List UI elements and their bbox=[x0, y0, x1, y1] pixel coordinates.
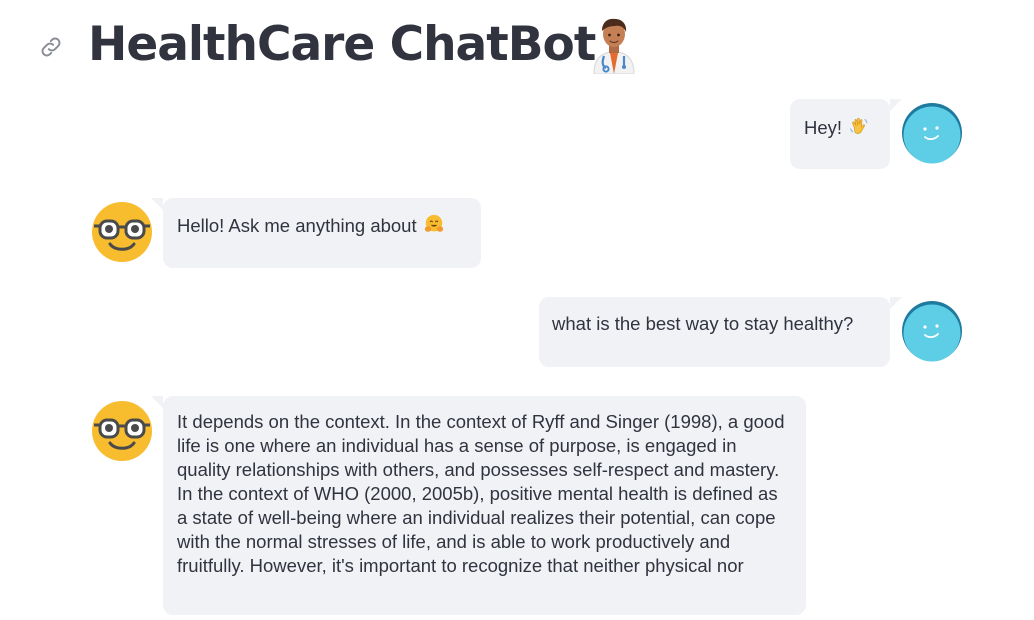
user-message-bubble: Hey! bbox=[790, 99, 902, 169]
bot-avatar bbox=[92, 401, 152, 461]
hugging-face-icon bbox=[424, 214, 443, 232]
user-message-bubble: what is the best way to stay healthy? bbox=[539, 297, 902, 367]
doctor-emoji-icon bbox=[593, 18, 635, 74]
message-text: what is the best way to stay healthy? bbox=[552, 313, 854, 334]
message-text: Hey! bbox=[804, 117, 843, 138]
page-title: HealthCare ChatBot bbox=[88, 17, 596, 72]
message-text: Hello! Ask me anything about bbox=[177, 215, 417, 236]
user-avatar bbox=[902, 301, 962, 362]
bot-avatar bbox=[92, 202, 152, 262]
user-avatar bbox=[902, 103, 962, 164]
bot-message-bubble: Hello! Ask me anything about bbox=[151, 198, 481, 268]
bot-message-bubble: It depends on the context. In the contex… bbox=[151, 396, 806, 615]
waving-hand-icon bbox=[850, 117, 868, 134]
message-text: It depends on the context. In the contex… bbox=[177, 411, 785, 576]
link-icon[interactable] bbox=[38, 34, 64, 60]
chat-page: HealthCare ChatBot Hey! Hello! Ask me an… bbox=[0, 0, 1034, 620]
